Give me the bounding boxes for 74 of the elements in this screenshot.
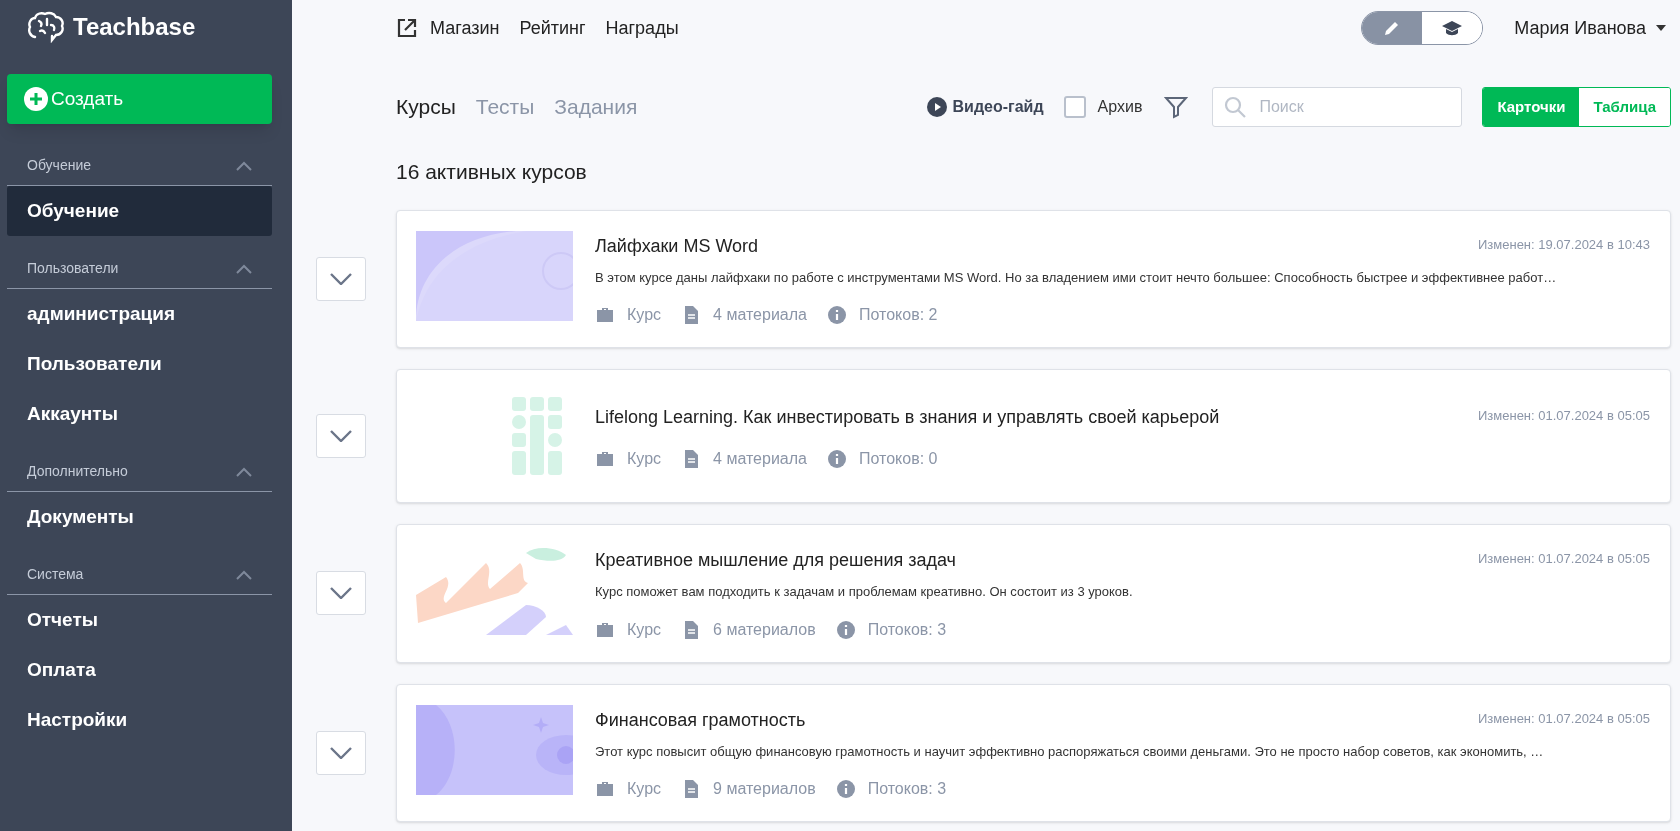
page-heading: 16 активных курсов [395,159,588,185]
chevron-down-icon [330,746,352,759]
sidebar-item[interactable]: Обучение [7,186,272,236]
course-type: Курс [627,619,662,640]
course-type: Курс [627,448,662,469]
expand-button[interactable] [316,571,366,616]
sidebar-item[interactable]: Пользователи [7,339,272,389]
course-description: Курс поможет вам подходить к задачам и проблемам креативно. Он состоит из 3 уроков. [595,583,1134,601]
section-title: Дополнительно [27,462,128,481]
nav-link[interactable]: Награды [605,14,679,42]
course-description: В этом курсе даны лайфхаки по работе с инструментами MS Word. Но за владением ими стоит нечто большее: Способность быстрее и эффективнее работ… [595,268,1558,287]
info-icon [826,448,847,469]
materials-count: 4 материала [713,305,807,325]
archive-checkbox[interactable] [1063,96,1086,118]
materials-count: 4 материала [713,448,807,469]
external-link-icon [396,17,418,39]
app-logo-text: Teachbase [73,12,196,42]
tab[interactable]: Курсы [396,91,456,123]
chevron-down-icon [330,272,352,285]
materials-count: 9 материалов [713,779,816,799]
streams-count: Потоков: 2 [858,305,938,325]
caret-down-icon [1656,25,1666,31]
nav-link[interactable]: Рейтинг [519,14,586,42]
course-description: Этот курс повысит общую финансовую грамотность и научит эффективно распоряжаться своими деньгами. Это не просто набор советов, как экономить, … [595,742,1545,761]
graduation-cap-icon [1442,20,1463,36]
search-icon [1224,96,1247,118]
sidebar-item[interactable]: Оплата [7,645,272,695]
section-title: Система [27,565,84,584]
course-title[interactable]: Креативное мышление для решения задач [595,545,956,574]
modified-date: Изменен: 01.07.2024 в 05:05 [1478,709,1650,728]
streams-count: Потоков: 3 [867,779,947,799]
expand-button[interactable] [316,256,366,301]
expand-button[interactable] [316,730,366,775]
search-field[interactable]: Поиск [1212,87,1463,127]
briefcase-icon [595,779,615,799]
chevron-up-icon[interactable] [236,263,252,274]
streams-count: Потоков: 3 [867,619,947,640]
briefcase-icon [595,305,615,325]
sidebar-item[interactable]: администрация [7,289,272,339]
sidebar-item[interactable]: Отчеты [7,595,272,645]
chevron-down-icon [330,587,352,600]
modified-date: Изменен: 01.07.2024 в 05:05 [1478,406,1650,425]
chevron-down-icon [330,430,352,442]
section-title: Обучение [27,156,92,175]
sidebar-item[interactable]: Аккаунты [7,389,272,439]
course-type: Курс [627,305,662,325]
materials-count: 6 материалов [713,619,816,640]
chevron-up-icon[interactable] [236,466,252,477]
sidebar-item[interactable]: Настройки [7,695,272,745]
user-name[interactable]: Мария Иванова [1514,14,1646,42]
mode-toggle[interactable] [1361,11,1484,45]
streams-count: Потоков: 0 [858,448,938,469]
course-title[interactable]: Финансовая грамотность [595,704,806,734]
info-icon [835,779,856,799]
brain-icon [27,11,65,43]
chevron-up-icon[interactable] [236,160,252,171]
info-icon [835,619,856,640]
checkbox-label: Архив [1097,97,1143,117]
filter-icon [1164,95,1189,119]
course-title[interactable]: Лайфхаки MS Word [595,230,759,260]
video-guide-link[interactable]: Видео-гайд [926,95,1044,119]
info-icon [826,305,847,325]
expand-button[interactable] [316,414,366,458]
sidebar-item[interactable]: Документы [7,492,272,542]
course-title[interactable]: Lifelong Learning. Как инвестировать в знания и управлять своей карьерой [595,401,1220,431]
learn-mode-button[interactable] [1422,12,1483,44]
modified-date: Изменен: 19.07.2024 в 10:43 [1478,235,1650,254]
course-type: Курс [627,779,662,799]
section-title: Пользователи [27,259,119,278]
modified-date: Изменен: 01.07.2024 в 05:05 [1478,550,1650,568]
play-circle-icon [926,97,947,117]
nav-link[interactable]: Магазин [430,14,500,42]
plus-circle-icon [24,87,48,111]
chevron-up-icon[interactable] [236,569,252,580]
